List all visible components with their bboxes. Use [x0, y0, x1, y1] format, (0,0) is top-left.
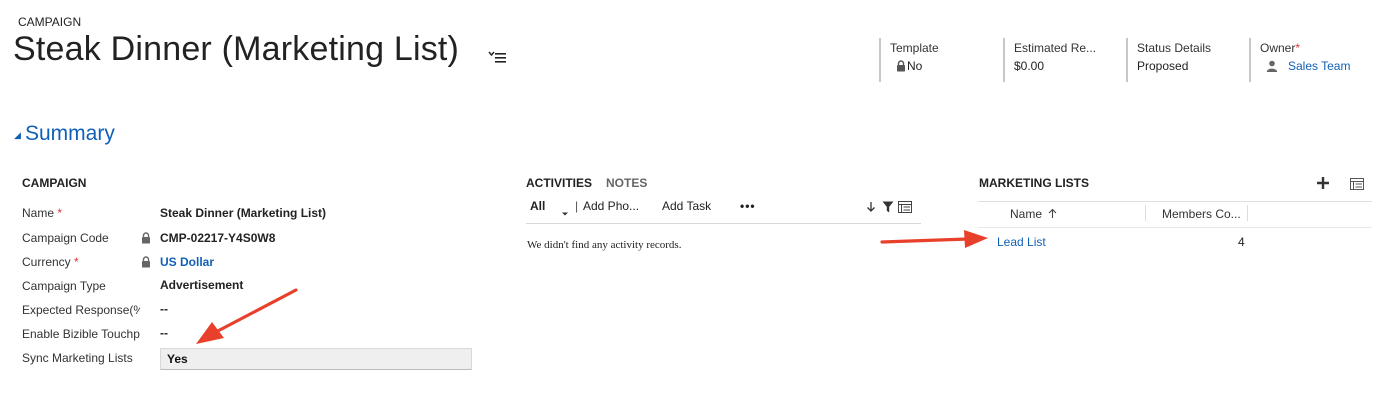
- column-divider: [1145, 205, 1146, 221]
- field-label-name: Name *: [22, 206, 63, 220]
- grid-header-bottom-border: [978, 227, 1372, 228]
- no-activity-message: We didn't find any activity records.: [527, 239, 682, 251]
- add-phone-call-button[interactable]: Add Pho...: [583, 199, 639, 213]
- lock-icon: [141, 255, 151, 268]
- field-value-campaign-code: CMP-02217-Y4S0W8: [160, 231, 276, 245]
- sync-marketing-lists-select[interactable]: Yes: [160, 348, 472, 370]
- more-commands-icon[interactable]: •••: [740, 199, 756, 213]
- marketing-lists-section-title: MARKETING LISTS: [979, 176, 1089, 190]
- owner-link[interactable]: Sales Team: [1288, 59, 1350, 73]
- grid-header-top-border: [978, 201, 1372, 202]
- activity-filter-dropdown[interactable]: All: [530, 199, 545, 213]
- annotation-arrow-lead-list: [880, 230, 988, 248]
- header-field-status-details: Status Details Proposed: [1126, 38, 1246, 82]
- header-field-label: Estimated Re...: [1014, 41, 1097, 55]
- view-selector-icon[interactable]: [898, 200, 912, 218]
- lock-icon: [896, 60, 906, 72]
- field-value-campaign-type[interactable]: Advertisement: [160, 278, 243, 292]
- filter-icon[interactable]: [882, 200, 894, 218]
- tab-activities[interactable]: ACTIVITIES: [526, 176, 592, 190]
- field-label-enable-bizible: Enable Bizible Touchpoints: [22, 327, 140, 341]
- tab-notes[interactable]: NOTES: [606, 176, 647, 190]
- filter-value: All: [530, 199, 546, 213]
- activities-toolbar-divider: [526, 223, 921, 224]
- header-field-value: Proposed: [1137, 59, 1189, 73]
- campaign-section-title: CAMPAIGN: [22, 176, 87, 190]
- header-field-owner: Owner* Sales Team: [1249, 38, 1367, 82]
- column-header-members-count[interactable]: Members Co...: [1162, 207, 1241, 221]
- field-value-enable-bizible[interactable]: --: [160, 326, 168, 340]
- entity-type-label: CAMPAIGN: [18, 15, 82, 29]
- marketing-list-members-count: 4: [1238, 235, 1245, 249]
- field-label-currency: Currency *: [22, 255, 79, 269]
- annotation-arrow-sync: [196, 288, 298, 344]
- header-field-label: Owner: [1260, 41, 1296, 55]
- field-label-campaign-type: Campaign Type: [22, 279, 106, 293]
- column-header-name[interactable]: Name: [1010, 207, 1057, 222]
- column-divider: [1247, 205, 1248, 221]
- toolbar-divider: |: [575, 199, 579, 213]
- header-field-label: Template: [890, 41, 939, 55]
- required-marker: *: [74, 255, 79, 269]
- lock-icon: [141, 231, 151, 244]
- field-value-currency-link[interactable]: US Dollar: [160, 255, 214, 269]
- chevron-down-icon[interactable]: [561, 204, 569, 222]
- required-marker: *: [1295, 41, 1301, 55]
- required-marker: *: [57, 206, 63, 220]
- marketing-list-name-link[interactable]: Lead List: [997, 235, 1046, 249]
- add-marketing-list-icon[interactable]: [1316, 176, 1330, 195]
- field-label-expected-response: Expected Response(%): [22, 303, 140, 317]
- page-title: Steak Dinner (Marketing List): [13, 30, 460, 68]
- record-menu-icon[interactable]: [488, 50, 508, 64]
- header-field-template: Template No: [879, 38, 999, 82]
- field-value-expected-response[interactable]: --: [160, 302, 168, 316]
- sort-ascending-icon: [1048, 208, 1057, 222]
- collapse-summary-icon[interactable]: ◢: [14, 130, 21, 141]
- sort-arrow-down-icon[interactable]: [866, 200, 876, 218]
- header-field-label: Status Details: [1137, 41, 1212, 55]
- header-field-value: $0.00: [1014, 59, 1045, 73]
- field-value-name[interactable]: Steak Dinner (Marketing List): [160, 206, 326, 220]
- add-task-button[interactable]: Add Task: [662, 199, 711, 213]
- field-label-campaign-code: Campaign Code: [22, 231, 109, 245]
- field-label-sync-marketing-lists: Sync Marketing Lists: [22, 351, 133, 365]
- header-field-estimated-revenue: Estimated Re... $0.00: [1003, 38, 1123, 82]
- summary-heading[interactable]: Summary: [25, 122, 115, 146]
- user-icon: [1266, 60, 1278, 72]
- header-field-value: No: [907, 59, 923, 73]
- view-selector-icon[interactable]: [1350, 177, 1364, 195]
